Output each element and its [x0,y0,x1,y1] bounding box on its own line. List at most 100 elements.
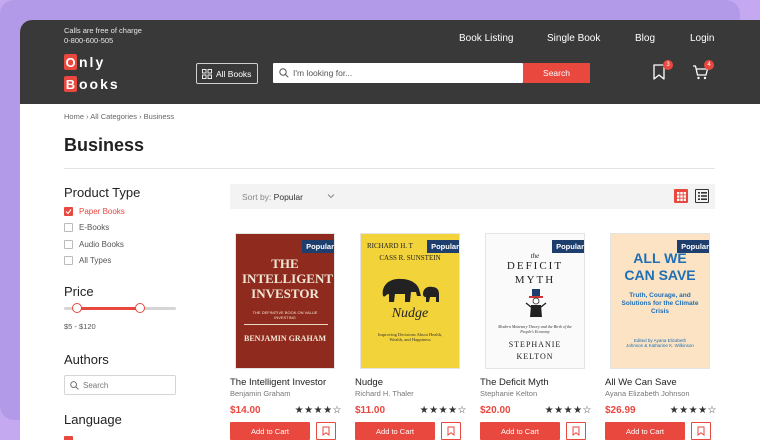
nav-single-book[interactable]: Single Book [547,33,600,44]
cover-rule [244,324,328,325]
checkbox-checked[interactable] [64,207,73,216]
filter-e-books[interactable]: E-Books [64,223,109,232]
checkbox[interactable] [64,223,73,232]
book-cover-image[interactable]: THE INTELLIGENT INVESTOR THE DEFINITIVE … [235,233,335,369]
site-logo[interactable]: O nly B ooks [64,52,126,94]
filter-label: Paper Books [79,207,125,216]
add-to-cart-button[interactable]: Add to Cart [480,422,560,440]
sort-label: Sort by: [242,192,272,202]
cart-button[interactable]: 4 [692,60,714,85]
product-card: ALL WE CAN SAVE Truth, Courage, and Solu… [605,233,717,440]
product-card: the DEFICIT MYTH Modern Monetary Theory … [480,233,592,440]
wishlist-count-badge: 3 [663,60,673,70]
add-to-cart-button[interactable]: Add to Cart [355,422,435,440]
cover-editors: Edited by Ayana Elizabeth Johnson & Kath… [626,338,694,348]
wishlist-button[interactable] [566,422,586,440]
grid-view-icon [676,191,686,201]
book-cover-image[interactable]: RICHARD H. T CASS R. SUNSTEIN Nudge Impr… [360,233,460,369]
cover-author-2: KELTON [516,352,554,361]
cover-title-2: MYTH [514,274,556,286]
elephant-icon [382,278,439,302]
bookmark-icon [322,426,330,436]
product-price: $26.99 [605,405,636,416]
product-author[interactable]: Richard H. Thaler [355,389,467,398]
filter-all-types[interactable]: All Types [64,256,111,265]
cover-subtitle: THE DEFINITIVE BOOK ON VALUE INVESTING [252,310,318,320]
bookmark-icon [572,426,580,436]
price-range-text: $5 - $120 [64,322,96,331]
breadcrumb-home[interactable]: Home [64,112,84,121]
divider [64,168,715,169]
popular-badge: Popular [302,240,334,253]
uncle-sam-icon [525,289,547,317]
all-books-button[interactable]: All Books [196,63,258,84]
bookmark-icon [697,426,705,436]
sort-dropdown[interactable]: Sort by: Popular [242,192,303,202]
nav-book-listing[interactable]: Book Listing [459,33,513,44]
wishlist-button[interactable]: 3 [652,60,673,85]
site-header: Calls are free of charge 0-800-600-505 B… [20,20,760,104]
checkbox[interactable] [64,240,73,249]
bookmark-icon [447,426,455,436]
nav-login[interactable]: Login [690,33,714,44]
sort-bar: Sort by: Popular [230,184,715,209]
cover-subtitle: Modern Monetary Theory and the Birth of … [498,324,572,334]
search-icon [70,380,79,390]
search-input[interactable] [293,68,493,78]
wishlist-button[interactable] [441,422,461,440]
rating-stars: ★★★★☆ [294,405,342,416]
product-title[interactable]: The Intelligent Investor [230,377,342,388]
list-view-icon [697,192,707,200]
all-books-label: All Books [216,68,252,79]
book-cover-image[interactable]: the DEFICIT MYTH Modern Monetary Theory … [485,233,585,369]
product-title[interactable]: Nudge [355,377,467,388]
cover-subtitle: Improving Decisions About Health, Wealth… [377,332,443,342]
logo-letter-b: B [64,76,77,92]
book-cover-image[interactable]: ALL WE CAN SAVE Truth, Courage, and Solu… [610,233,710,369]
filter-paper-books[interactable]: Paper Books [64,207,125,216]
add-to-cart-button[interactable]: Add to Cart [605,422,685,440]
breadcrumb-all-categories[interactable]: All Categories [90,112,137,121]
contact-phone: 0-800-600-505 [64,36,114,45]
cover-title-1: DEFICIT [506,260,564,272]
breadcrumb-current: Business [143,112,175,121]
author-search-input[interactable] [83,380,163,390]
price-slider[interactable] [64,303,176,313]
contact-info: Calls are free of charge 0-800-600-505 [64,26,142,46]
product-author[interactable]: Benjamin Graham [230,389,342,398]
product-price: $11.00 [355,405,386,416]
nav-blog[interactable]: Blog [635,33,655,44]
product-title[interactable]: All We Can Save [605,377,717,388]
chevron-down-icon[interactable] [327,193,335,199]
price-slider-max-handle[interactable] [135,303,146,313]
product-title[interactable]: The Deficit Myth [480,377,592,388]
wishlist-button[interactable] [691,422,711,440]
checkbox-checked[interactable] [64,436,73,440]
cover-title: THE INTELLIGENT INVESTOR [242,256,334,301]
authors-heading: Authors [64,352,109,367]
rating-stars: ★★★★☆ [669,405,717,416]
product-author[interactable]: Ayana Elizabeth Johnson [605,389,717,398]
cover-author: BENJAMIN GRAHAM [244,334,326,343]
logo-letter-o: O [64,54,77,70]
cover-subtitle: Truth, Courage, and Solutions for the Cl… [621,292,699,315]
search-button[interactable]: Search [523,63,590,83]
filter-audio-books[interactable]: Audio Books [64,240,124,249]
grid-view-button[interactable] [674,189,688,203]
rating-stars: ★★★★☆ [419,405,467,416]
list-view-button[interactable] [695,189,709,203]
add-to-cart-button[interactable]: Add to Cart [230,422,310,440]
checkmark-icon [65,209,72,215]
cover-the: the [530,252,540,260]
cover-author-2: CASS R. SUNSTEIN [379,254,441,262]
cover-author-1: STEPHANIE [508,340,562,349]
wishlist-button[interactable] [316,422,336,440]
breadcrumb: Home › All Categories › Business [64,112,174,121]
product-type-heading: Product Type [64,185,141,200]
logo-text-nly: nly [79,54,106,70]
checkbox[interactable] [64,256,73,265]
logo-text-ooks: ooks [79,76,120,92]
price-slider-min-handle[interactable] [72,303,83,313]
price-heading: Price [64,284,94,299]
product-author[interactable]: Stephanie Kelton [480,389,592,398]
